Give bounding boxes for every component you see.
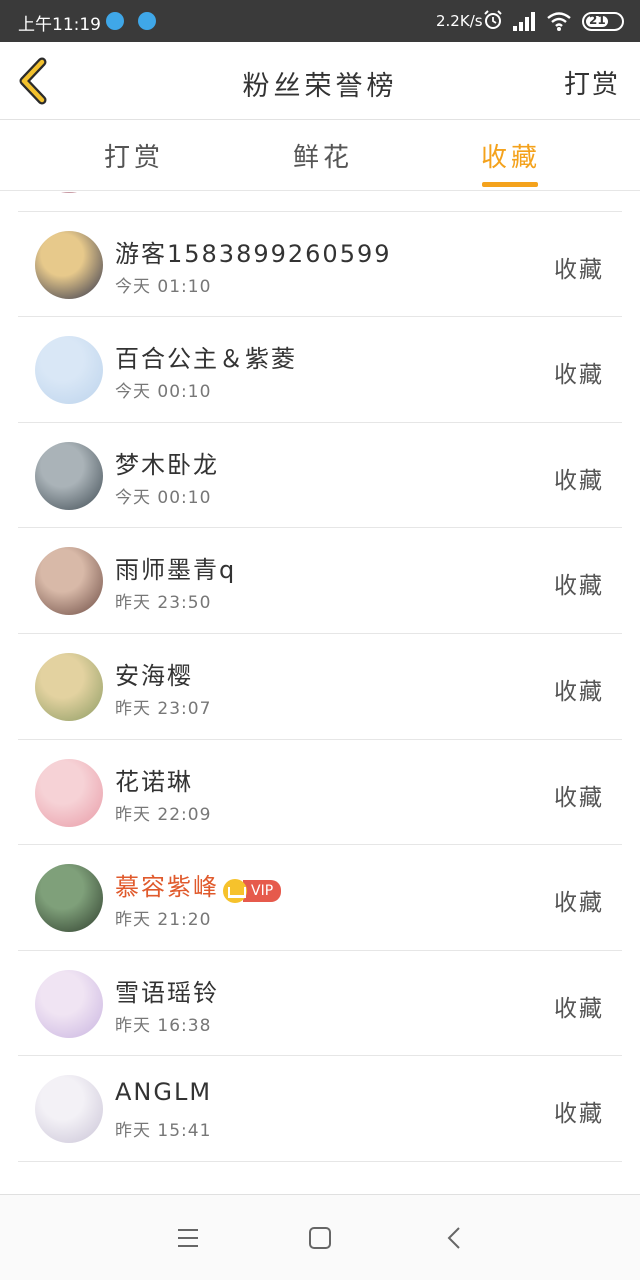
battery-level: 21: [589, 13, 606, 27]
wifi-icon: [547, 12, 571, 31]
reward-button[interactable]: 打赏: [564, 64, 620, 101]
user-name-text: 花诺琳: [115, 767, 193, 796]
status-bar: 上午11:19 2.2K/s 21: [0, 0, 640, 42]
list-item[interactable]: 游客1583899260599 今天 01:10 收藏: [18, 212, 622, 318]
avatar[interactable]: [35, 192, 103, 193]
list-item[interactable]: 梦木卧龙今天 00:10 收藏: [18, 423, 622, 529]
fan-list-content: 今天 07:44收藏游客1583899260599今天 01:10收藏百合公主＆…: [0, 192, 640, 1162]
timestamp: 今天 00:10: [115, 487, 212, 508]
system-nav-bar: [0, 1194, 640, 1280]
user-name-text: 百合公主＆紫菱: [115, 345, 297, 374]
list-item[interactable]: 今天 07:44收藏: [18, 192, 622, 212]
user-name: ANGLM: [115, 1078, 212, 1106]
user-name: 安海樱: [115, 656, 193, 691]
avatar[interactable]: [35, 441, 103, 510]
list-item[interactable]: 慕容紫峰 VIP 昨天 21:20 收藏: [18, 845, 622, 951]
back-triangle-icon[interactable]: [438, 1221, 472, 1255]
list-item[interactable]: 安海樱昨天 23:07 收藏: [18, 634, 622, 740]
user-name: 游客1583899260599: [115, 234, 392, 269]
user-name: 雪语瑶铃: [115, 973, 219, 1008]
timestamp: 昨天 22:09: [115, 804, 212, 825]
app-icon: [106, 12, 124, 30]
list-item[interactable]: 百合公主＆紫菱今天 00:10 收藏: [18, 317, 622, 423]
user-name: 慕容紫峰 VIP: [115, 867, 282, 904]
avatar[interactable]: [35, 1075, 103, 1144]
avatar[interactable]: [35, 969, 103, 1038]
timestamp: 今天 01:10: [115, 276, 212, 297]
user-name-text: 慕容紫峰: [115, 873, 219, 902]
tab-reward[interactable]: 打赏: [104, 137, 164, 174]
app-icon: [138, 12, 156, 30]
signal-icon: [513, 12, 535, 31]
tab-bar: 打赏 鲜花 收藏: [0, 121, 640, 191]
tab-flowers[interactable]: 鲜花: [293, 137, 353, 174]
timestamp: 昨天 23:07: [115, 698, 212, 719]
battery-icon: 21: [582, 12, 624, 31]
home-square-icon[interactable]: [303, 1221, 337, 1255]
user-name-text: 游客1583899260599: [115, 239, 392, 268]
timestamp: 昨天 23:50: [115, 593, 212, 614]
list-item[interactable]: ANGLM 昨天 15:41 收藏: [18, 1056, 622, 1162]
favorite-label: 收藏: [554, 362, 604, 389]
alarm-icon: [484, 10, 502, 29]
avatar[interactable]: [35, 547, 103, 616]
favorite-label: 收藏: [554, 995, 604, 1022]
user-name-text: 安海樱: [115, 661, 193, 690]
favorite-label: 收藏: [554, 573, 604, 600]
vip-badge: VIP: [223, 876, 282, 904]
timestamp: 昨天 15:41: [115, 1121, 212, 1142]
avatar[interactable]: [35, 864, 103, 933]
avatar[interactable]: [35, 336, 103, 405]
avatar[interactable]: [35, 758, 103, 827]
status-time: 上午11:19: [18, 15, 101, 35]
page-title: 粉丝荣誉榜: [242, 71, 398, 102]
user-name-text: ANGLM: [115, 1078, 213, 1107]
favorite-label: 收藏: [554, 678, 604, 705]
list-item[interactable]: 雨师墨青q 昨天 23:50 收藏: [18, 528, 622, 634]
list-item[interactable]: 雪语瑶铃昨天 16:38 收藏: [18, 951, 622, 1057]
user-name-text: 雨师墨青q: [115, 556, 237, 585]
user-name-text: 梦木卧龙: [115, 450, 219, 479]
menu-icon[interactable]: [171, 1221, 205, 1255]
avatar[interactable]: [35, 230, 103, 299]
network-speed: 2.2K/s: [436, 12, 483, 30]
user-name: 百合公主＆紫菱: [115, 339, 297, 374]
user-name: 梦木卧龙: [115, 445, 219, 480]
fan-list[interactable]: 今天 07:44收藏游客1583899260599今天 01:10收藏百合公主＆…: [0, 192, 640, 1194]
timestamp: 今天 00:10: [115, 382, 212, 403]
user-name: 花诺琳: [115, 762, 193, 797]
tab-favorites[interactable]: 收藏: [481, 137, 541, 174]
user-name-text: 雪语瑶铃: [115, 978, 219, 1007]
favorite-label: 收藏: [554, 256, 604, 283]
timestamp: 昨天 21:20: [115, 910, 212, 931]
timestamp: 昨天 16:38: [115, 1015, 212, 1036]
favorite-label: 收藏: [554, 890, 604, 917]
favorite-label: 收藏: [554, 467, 604, 494]
avatar[interactable]: [35, 652, 103, 721]
vip-label: VIP: [243, 880, 282, 903]
header: 粉丝荣誉榜 打赏: [0, 42, 640, 120]
crown-icon: [223, 879, 247, 904]
favorite-label: 收藏: [554, 784, 604, 811]
list-item[interactable]: 花诺琳昨天 22:09 收藏: [18, 740, 622, 846]
user-name: 雨师墨青q: [115, 550, 236, 585]
active-tab-indicator: [482, 182, 538, 187]
favorite-label: 收藏: [554, 1101, 604, 1128]
